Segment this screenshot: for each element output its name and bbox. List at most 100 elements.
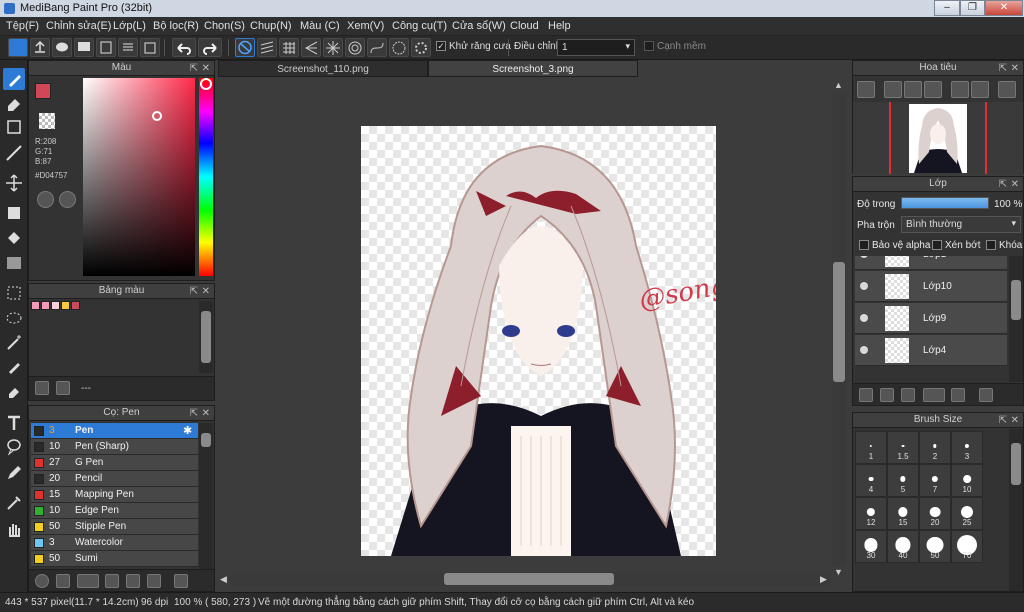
tab-screenshot-3[interactable]: Screenshot_3.png [428, 60, 638, 77]
menu-help[interactable]: Help [548, 20, 571, 32]
antialias-checkbox[interactable]: ✓ Khử răng cưa [436, 41, 511, 52]
eraser-tool-icon[interactable] [3, 92, 25, 114]
brush-item[interactable]: 15 Mapping Pen [31, 487, 198, 503]
brush-size-cell[interactable]: 1.5 [887, 431, 919, 464]
menu-filter[interactable]: Bộ lọc(R) [153, 20, 199, 32]
transparent-color-swatch[interactable] [39, 113, 55, 129]
primary-color-swatch[interactable] [35, 83, 51, 99]
add-layer-menu-icon[interactable] [923, 388, 945, 402]
minimize-button[interactable]: – [934, 0, 960, 16]
palette-scrollbar[interactable] [199, 301, 213, 373]
list-icon[interactable] [118, 38, 138, 57]
document-canvas[interactable]: @song [361, 126, 716, 556]
brush-size-cell[interactable]: 70 [951, 530, 983, 563]
no-snap-icon[interactable] [235, 38, 255, 57]
gradient-tool-icon[interactable] [3, 252, 25, 274]
maximize-button[interactable]: ❐ [960, 0, 985, 16]
brush-item[interactable]: 10 Pen (Sharp) [31, 439, 198, 455]
close-icon[interactable]: ✕ [202, 407, 210, 421]
menu-color[interactable]: Màu (C) [300, 20, 340, 32]
menu-cloud[interactable]: Cloud [510, 20, 539, 32]
navigator-preview[interactable] [853, 102, 1023, 174]
close-icon[interactable]: ✕ [1011, 414, 1019, 428]
tab-screenshot-110[interactable]: Screenshot_110.png [218, 60, 428, 77]
new-palette-icon[interactable] [35, 381, 49, 395]
menu-tools[interactable]: Công cụ(T) [392, 20, 447, 32]
menu-view[interactable]: Xem(V) [347, 20, 384, 32]
redo-icon[interactable] [198, 38, 222, 57]
document-icon[interactable] [96, 38, 116, 57]
brush-size-cell[interactable]: 15 [887, 497, 919, 530]
brush-size-cell[interactable]: 10 [951, 464, 983, 497]
palette-swatch[interactable] [41, 301, 50, 310]
folder-icon[interactable] [951, 388, 965, 402]
brush-size-cell[interactable]: 7 [919, 464, 951, 497]
palette-icon[interactable] [37, 191, 54, 208]
layer-row[interactable]: Lớp1 [855, 256, 1007, 270]
hue-slider-handle[interactable] [200, 78, 212, 90]
palette-swatch[interactable] [31, 301, 40, 310]
layer-row[interactable]: Lớp9 [855, 303, 1007, 334]
brush-item[interactable]: 10 Edge Pen [31, 503, 198, 519]
brush-size-scrollbar[interactable] [1009, 429, 1023, 591]
duplicate-icon[interactable] [979, 388, 993, 402]
undock-icon[interactable]: ⇱ [190, 62, 198, 76]
speech-icon[interactable] [74, 38, 94, 57]
brush-size-cell[interactable]: 30 [855, 530, 887, 563]
brush-item[interactable]: 27 G Pen [31, 455, 198, 471]
rotate-left-icon[interactable] [951, 81, 969, 98]
brush-size-cell[interactable]: 40 [887, 530, 919, 563]
balloon-tool-icon[interactable] [3, 436, 25, 458]
concentric-snap-icon[interactable] [345, 38, 365, 57]
close-icon[interactable]: ✕ [1011, 62, 1019, 76]
scrollbar-thumb[interactable] [1011, 443, 1021, 485]
layer-row[interactable]: Lớp4 [855, 335, 1007, 366]
trash-icon[interactable] [174, 574, 188, 588]
canvas-hscrollbar[interactable] [230, 572, 830, 586]
menu-layer[interactable]: Lớp(L) [113, 20, 146, 32]
crisscross-snap-icon[interactable] [279, 38, 299, 57]
cloud-brush-icon[interactable] [35, 574, 49, 588]
scrollbar-thumb[interactable] [833, 262, 845, 382]
grid-icon[interactable] [140, 38, 160, 57]
palette-swatch[interactable] [61, 301, 70, 310]
menu-edit[interactable]: Chỉnh sửa(E) [46, 20, 111, 32]
layer-up-icon[interactable] [901, 388, 915, 402]
move-tool-icon[interactable] [3, 172, 25, 194]
protect-alpha-checkbox[interactable]: Bảo vệ alpha [859, 240, 930, 251]
fit-screen-icon[interactable] [904, 81, 922, 98]
zoom-out-icon[interactable] [924, 81, 942, 98]
menu-capture[interactable]: Chụp(N) [250, 20, 292, 32]
new-layer-icon[interactable] [859, 388, 873, 402]
chevron-left-icon[interactable]: ◀ [220, 574, 227, 585]
close-icon[interactable]: ✕ [202, 285, 210, 299]
scrollbar-thumb[interactable] [201, 311, 211, 363]
brush-size-cell[interactable]: 3 [951, 431, 983, 464]
layer-scrollbar[interactable] [1009, 256, 1023, 382]
palette-swatch[interactable] [71, 301, 80, 310]
menu-window[interactable]: Cửa sổ(W) [452, 20, 506, 32]
brush-size-cell[interactable]: 2 [919, 431, 951, 464]
close-window-button[interactable]: ✕ [985, 0, 1023, 16]
color-picker-icon[interactable] [59, 191, 76, 208]
brush-item[interactable]: 50 Stipple Pen [31, 519, 198, 535]
folder-icon[interactable] [126, 574, 140, 588]
color-cursor[interactable] [152, 111, 162, 121]
zoom-in-icon[interactable] [857, 81, 875, 98]
adjust-dropdown[interactable]: 1 ▾ [557, 39, 635, 56]
eye-icon[interactable] [860, 314, 868, 322]
comment-icon[interactable] [52, 38, 72, 57]
brush-item[interactable]: 50 Sumi [31, 551, 198, 567]
brush-item[interactable]: 3 Pen ✱ [31, 423, 198, 439]
lock-checkbox[interactable]: Khóa [986, 240, 1022, 251]
undock-icon[interactable]: ⇱ [999, 62, 1007, 76]
radial-snap-icon[interactable] [323, 38, 343, 57]
chevron-right-icon[interactable]: ▶ [820, 574, 827, 585]
brush-settings-icon[interactable] [105, 574, 119, 588]
bucket-tool-icon[interactable] [3, 228, 25, 250]
canvas-vscrollbar[interactable] [832, 92, 846, 566]
layer-row[interactable]: Lớp10 [855, 271, 1007, 302]
new-halftone-layer-icon[interactable] [880, 388, 894, 402]
brush-scrollbar[interactable] [199, 423, 213, 569]
undo-icon[interactable] [172, 38, 196, 57]
